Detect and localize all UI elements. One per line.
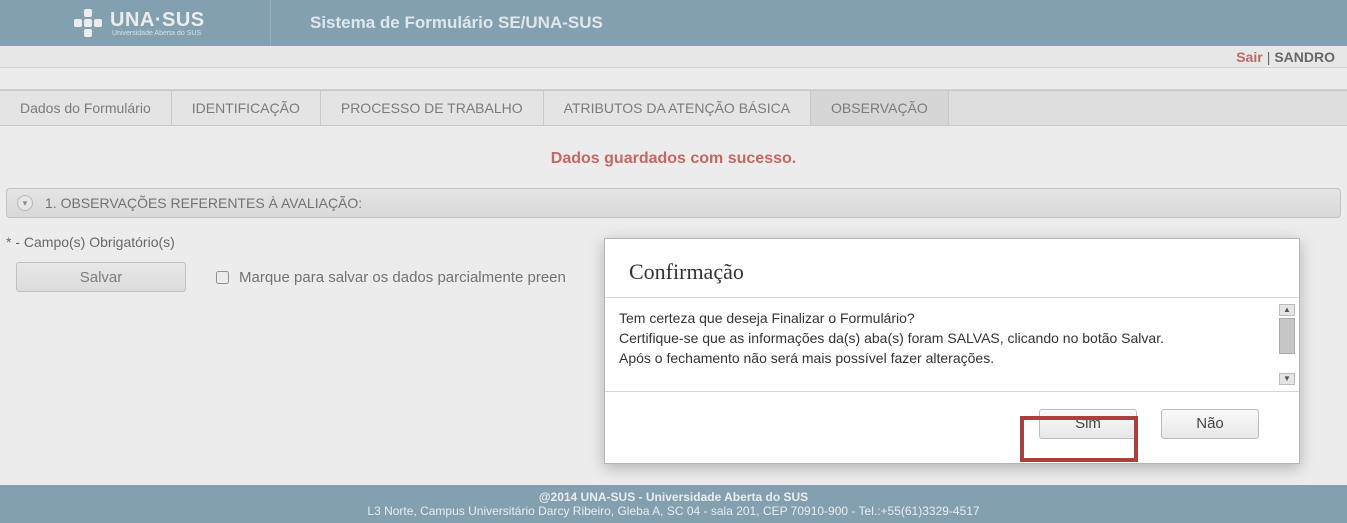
footer-line2: L3 Norte, Campus Universitário Darcy Rib… [367, 504, 979, 518]
spacer-strip [0, 68, 1347, 90]
accordion-title: 1. OBSERVAÇÕES REFERENTES À AVALIAÇÃO: [45, 195, 362, 211]
success-message: Dados guardados com sucesso. [0, 126, 1347, 188]
scroll-up-icon[interactable]: ▲ [1279, 304, 1295, 316]
logo: UNA·SUS Universidade Aberta do SUS [70, 5, 270, 41]
confirmation-dialog: Confirmação Tem certeza que deseja Final… [604, 238, 1300, 464]
accordion-observacoes[interactable]: ▾ 1. OBSERVAÇÕES REFERENTES À AVALIAÇÃO: [6, 188, 1341, 218]
dialog-body: Tem certeza que deseja Finalizar o Formu… [605, 297, 1299, 391]
tab-atributos-atencao[interactable]: ATRIBUTOS DA ATENÇÃO BÁSICA [544, 91, 811, 125]
tab-processo-trabalho[interactable]: PROCESSO DE TRABALHO [321, 91, 544, 125]
tab-observacao[interactable]: OBSERVAÇÃO [811, 91, 949, 125]
dialog-button-row: Sim Não [605, 391, 1299, 455]
dialog-scrollbar[interactable]: ▲ ▼ [1279, 304, 1295, 385]
save-button[interactable]: Salvar [16, 262, 186, 292]
tab-identificacao[interactable]: IDENTIFICAÇÃO [172, 91, 321, 125]
logo-text: UNA·SUS [110, 9, 205, 31]
dialog-line3: Após o fechamento não será mais possível… [619, 348, 1265, 368]
tab-dados-formulario[interactable]: Dados do Formulário [0, 91, 172, 125]
tab-label: PROCESSO DE TRABALHO [341, 100, 523, 116]
partial-save-checkbox[interactable] [216, 271, 229, 284]
signout-link[interactable]: Sair [1236, 49, 1262, 65]
confirm-no-button[interactable]: Não [1161, 409, 1259, 439]
tab-label: Dados do Formulário [20, 100, 151, 116]
tab-label: OBSERVAÇÃO [831, 100, 928, 116]
user-bar: Sair | SANDRO [0, 46, 1347, 68]
logo-icon [70, 5, 106, 41]
page-footer: @2014 UNA-SUS - Universidade Aberta do S… [0, 485, 1347, 523]
top-header: UNA·SUS Universidade Aberta do SUS Siste… [0, 0, 1347, 46]
partial-save-label-wrap[interactable]: Marque para salvar os dados parcialmente… [216, 269, 566, 286]
scroll-thumb[interactable] [1279, 318, 1295, 354]
logo-text-wrap: UNA·SUS Universidade Aberta do SUS [106, 9, 205, 37]
tab-label: ATRIBUTOS DA ATENÇÃO BÁSICA [564, 100, 790, 116]
username-label: SANDRO [1274, 49, 1335, 65]
dialog-line1: Tem certeza que deseja Finalizar o Formu… [619, 308, 1265, 328]
logo-subtext: Universidade Aberta do SUS [112, 30, 205, 37]
chevron-down-icon: ▾ [17, 195, 33, 211]
header-divider [270, 0, 271, 46]
system-title: Sistema de Formulário SE/UNA-SUS [310, 13, 603, 33]
dialog-line2: Certifique-se que as informações da(s) a… [619, 328, 1265, 348]
dialog-title: Confirmação [605, 239, 1299, 297]
confirm-yes-button[interactable]: Sim [1039, 409, 1137, 439]
scroll-down-icon[interactable]: ▼ [1279, 373, 1295, 385]
footer-line1: @2014 UNA-SUS - Universidade Aberta do S… [539, 490, 808, 504]
partial-save-label: Marque para salvar os dados parcialmente… [239, 269, 566, 286]
userbar-separator: | [1267, 49, 1271, 65]
tab-bar: Dados do Formulário IDENTIFICAÇÃO PROCES… [0, 90, 1347, 126]
tab-label: IDENTIFICAÇÃO [192, 100, 300, 116]
